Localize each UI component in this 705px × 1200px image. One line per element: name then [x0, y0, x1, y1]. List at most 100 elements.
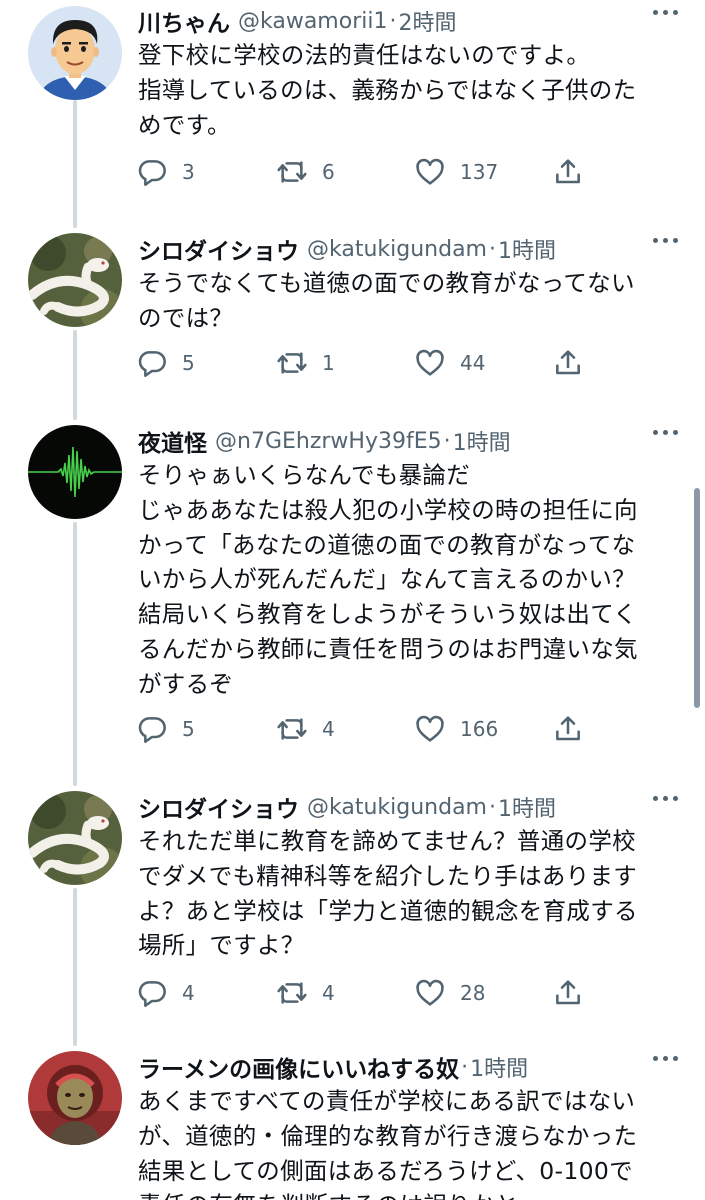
share-icon — [556, 350, 580, 375]
display-name[interactable]: シロダイショウ — [138, 797, 299, 822]
tweet-text-line: 結果としての側面はあるだろうけど、0-100で — [138, 1156, 633, 1185]
timestamp[interactable]: 1時間 — [498, 239, 556, 264]
tweet-text-line: それただ単に教育を諦めてません？普通の学校 — [138, 827, 636, 855]
white-snake-avatar[interactable] — [28, 791, 122, 885]
tweet-text-line: るんだから教師に責任を問うのはお門違いな気 — [138, 634, 638, 663]
like-button[interactable]: 137 — [414, 152, 498, 192]
reply-count: 5 — [182, 351, 195, 375]
more-icon[interactable] — [653, 430, 679, 438]
display-name[interactable]: ラーメンの画像にいいねする奴 — [138, 1057, 459, 1082]
tweet-text-line: そうでなくても道徳の面での教育がなってない — [138, 269, 635, 297]
retweet-button[interactable]: 6 — [276, 152, 335, 192]
tweet-text-line: でダメでも精神科等を紹介したり手はあります — [138, 861, 638, 890]
tweet-text-line: よ？あと学校は「学力と道徳的観念を育成する — [138, 896, 638, 925]
tweet-text-line: 結局いくら教育をしようがそういう奴は出てく — [138, 600, 638, 629]
retweet-icon — [277, 718, 307, 740]
tweet-header: シロダイショウ @katukigundam·1時間 — [138, 790, 695, 823]
timestamp[interactable]: 1時間 — [470, 1057, 528, 1082]
like-button[interactable]: 166 — [414, 709, 498, 749]
separator-dot: · — [461, 1054, 469, 1080]
timestamp[interactable]: 2時間 — [398, 11, 456, 36]
tweet-text: あくまですべての責任が学校にある訳ではない が、道徳的・倫理的な教育が行き渡らな… — [138, 1084, 678, 1200]
share-button[interactable] — [552, 152, 584, 192]
cartoon-man-avatar[interactable] — [28, 6, 122, 100]
tweet-text-line: 場所」ですよ？ — [138, 931, 305, 960]
heart-icon — [416, 979, 444, 1006]
thread-connector — [73, 100, 77, 228]
retweet-count: 1 — [322, 351, 335, 375]
green-waveform-avatar[interactable] — [28, 425, 122, 519]
separator-dot: · — [489, 236, 496, 262]
white-snake-avatar[interactable] — [28, 233, 122, 327]
tweet-text-line: めです。 — [138, 110, 231, 139]
tweet-header: 夜道怪 @n7GEhzrwHy39fE5·1時間 — [138, 424, 695, 457]
tweet-text-line: が、道徳的・倫理的な教育が行き渡らなかった — [138, 1121, 638, 1150]
reply-button[interactable]: 5 — [136, 709, 195, 749]
tweet-text: そりゃぁいくらなんでも暴論だ じゃああなたは殺人犯の小学校の時の担任に向 かって… — [138, 458, 678, 702]
separator-dot: · — [389, 8, 397, 34]
heart-icon — [416, 349, 444, 376]
scrollbar[interactable] — [694, 488, 700, 708]
timestamp[interactable]: 1時間 — [498, 797, 556, 822]
retweet-icon — [277, 982, 307, 1004]
retweet-count: 4 — [322, 981, 335, 1005]
reply-button[interactable]: 5 — [136, 343, 195, 383]
more-icon[interactable] — [653, 10, 679, 18]
share-button[interactable] — [552, 709, 584, 749]
separator-dot: · — [443, 428, 451, 454]
more-icon[interactable] — [653, 796, 679, 804]
tweet-text-line: かって「あなたの道徳の面での教育がなってな — [138, 530, 636, 559]
retweet-button[interactable]: 4 — [276, 973, 335, 1013]
thread-connector — [73, 522, 77, 786]
share-button[interactable] — [552, 973, 584, 1013]
share-button[interactable] — [552, 343, 584, 383]
reply-icon — [138, 351, 166, 377]
heart-icon — [416, 715, 444, 742]
ramen-person-avatar[interactable] — [28, 1051, 122, 1145]
reply-count: 3 — [182, 160, 195, 184]
tweet-text-line: 責任の有無を判断するのは誤りかと — [138, 1188, 678, 1200]
tweet-header: シロダイショウ @katukigundam·1時間 — [138, 232, 695, 265]
thread-connector — [73, 888, 77, 1046]
tweet-actions: 5 1 44 — [136, 343, 606, 383]
user-handle[interactable]: @kawamorii1 — [238, 9, 387, 34]
tweet-text-line: 登下校に学校の法的責任はないのですよ。 — [138, 41, 591, 69]
user-handle[interactable]: @katukigundam — [307, 237, 487, 262]
retweet-button[interactable]: 1 — [276, 343, 335, 383]
more-icon[interactable] — [653, 238, 679, 246]
tweet-text-line: じゃああなたは殺人犯の小学校の時の担任に向 — [138, 495, 638, 524]
tweet-text-line: いから人が死んだんだ」なんて言えるのかい？ — [138, 565, 636, 594]
share-icon — [556, 980, 580, 1005]
retweet-icon — [276, 161, 307, 188]
like-count: 28 — [460, 981, 486, 1005]
retweet-button[interactable]: 4 — [276, 709, 335, 749]
tweet-header: ラーメンの画像にいいねする奴·1時間 — [138, 1050, 695, 1083]
user-handle[interactable]: @n7GEhzrwHy39fE5 — [215, 429, 442, 454]
display-name[interactable]: 川ちゃん — [138, 11, 230, 36]
tweet-text-line: あくまですべての責任が学校にある訳ではない — [138, 1087, 636, 1115]
thread-connector — [73, 330, 77, 420]
display-name[interactable]: シロダイショウ — [138, 239, 299, 264]
timestamp[interactable]: 1時間 — [453, 431, 511, 456]
reply-count: 5 — [182, 717, 195, 741]
heart-icon — [416, 158, 444, 185]
display-name[interactable]: 夜道怪 — [138, 431, 207, 456]
tweet-text-line: 指導しているのは、義務からではなく子供のた — [138, 75, 637, 104]
user-handle[interactable]: @katukigundam — [307, 795, 487, 820]
share-icon — [556, 159, 580, 184]
tweet-text-line: がするぞ — [138, 669, 234, 698]
reply-button[interactable]: 4 — [136, 973, 195, 1013]
share-icon — [556, 716, 580, 741]
like-button[interactable]: 44 — [414, 343, 485, 383]
more-icon[interactable] — [653, 1056, 679, 1064]
tweet-text: そうでなくても道徳の面での教育がなってない のでは？ — [138, 266, 678, 336]
reply-button[interactable]: 3 — [136, 152, 195, 192]
reply-thread: 川ちゃん @kawamorii1·2時間 登下校に学校の法的責任はないのですよ。 … — [0, 0, 705, 1200]
tweet-actions: 3 6 137 — [136, 152, 606, 192]
retweet-count: 4 — [322, 717, 335, 741]
reply-icon — [138, 160, 166, 186]
reply-count: 4 — [182, 981, 195, 1005]
tweet-actions: 4 4 28 — [136, 973, 606, 1013]
tweet-actions: 5 4 166 — [136, 709, 606, 749]
like-button[interactable]: 28 — [414, 973, 485, 1013]
